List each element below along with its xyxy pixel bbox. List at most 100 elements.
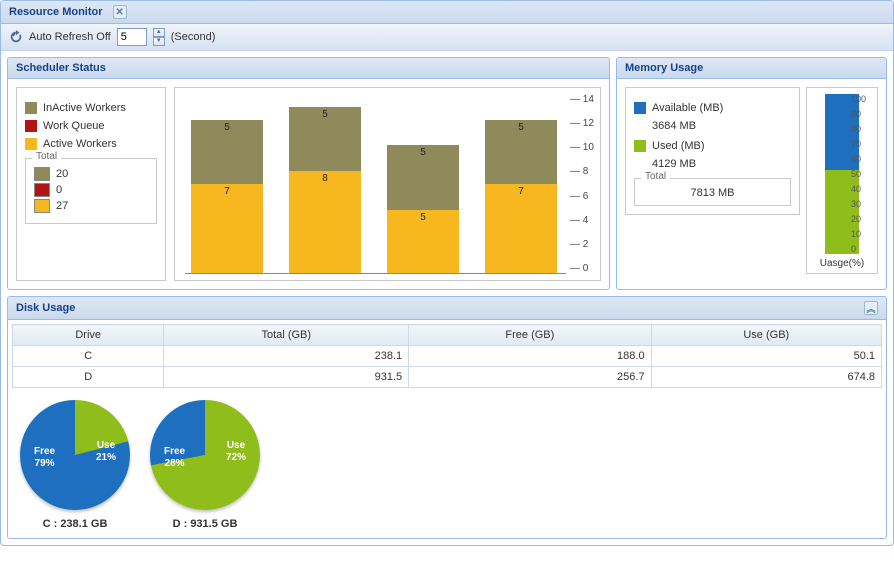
close-icon[interactable]: ✕ [113,5,127,19]
pie-free-label: Free79% [34,446,55,470]
mem-tick: 40 [851,184,871,194]
bar-segment: 5 [289,107,361,171]
bar-segment: 5 [387,210,459,274]
legend-swatch-inactive [25,102,37,114]
pie-chart: Free79% Use21% C : 238.1 GB [20,400,130,530]
collapse-icon[interactable]: ︽ [864,301,878,315]
total-swatch-workqueue [34,183,50,197]
y-tick: — 14 [570,94,596,105]
col-total[interactable]: Total (GB) [164,325,409,346]
legend-active: Active Workers [43,138,117,150]
total-active: 27 [56,200,68,212]
disk-header: Disk Usage ︽ [8,297,886,320]
mem-total-label: Total [641,171,670,182]
col-free[interactable]: Free (GB) [409,325,651,346]
bar-value: 5 [191,122,263,133]
auto-refresh-label: Auto Refresh Off [29,31,111,43]
mem-tick: 0 [851,244,871,254]
y-tick: — 6 [570,191,596,202]
mem-used-label: Used (MB) [652,140,705,152]
bar-segment: 7 [191,184,263,274]
table-row[interactable]: C238.1188.050.1 [13,346,882,367]
pie-caption: D : 931.5 GB [150,518,260,530]
bar-value: 5 [387,212,459,223]
total-workqueue: 0 [56,184,62,196]
col-drive[interactable]: Drive [13,325,164,346]
cell-total: 931.5 [164,367,409,388]
chevron-down-icon[interactable]: ▼ [153,37,165,46]
window-title: Resource Monitor [9,6,103,18]
pie-chart: Free28% Use72% D : 931.5 GB [150,400,260,530]
bar-segment: 5 [387,145,459,209]
cell-total: 238.1 [164,346,409,367]
memory-bar-chart: 1009080706050403020100 Uasge(%) [806,87,878,274]
disk-table: Drive Total (GB) Free (GB) Use (GB) C238… [12,324,882,388]
table-row[interactable]: D931.5256.7674.8 [13,367,882,388]
bar-value: 5 [485,122,557,133]
pie: Free28% Use72% [150,400,260,510]
bar-stack: 55 [387,145,459,274]
bar-stack: 58 [289,107,361,274]
memory-usage-panel: Memory Usage Available (MB) 3684 MB Used… [616,57,887,290]
bar-value: 5 [387,147,459,158]
mem-used-value: 4129 MB [652,158,791,170]
bar-stack: 57 [485,120,557,274]
memory-legend: Available (MB) 3684 MB Used (MB) 4129 MB… [625,87,800,215]
window-titlebar[interactable]: Resource Monitor ✕ [1,1,893,24]
legend-swatch-workqueue [25,120,37,132]
interval-unit-label: (Second) [171,31,216,43]
memory-total: Total 7813 MB [634,178,791,206]
bar-value: 8 [289,173,361,184]
scheduler-header: Scheduler Status [8,58,609,79]
resource-monitor-window: Resource Monitor ✕ Auto Refresh Off ▲ ▼ … [0,0,894,546]
cell-free: 188.0 [409,346,651,367]
mem-swatch-used [634,140,646,152]
scheduler-status-panel: Scheduler Status InActive Workers Work Q… [7,57,610,290]
total-swatch-active [34,199,50,213]
scheduler-totals: Total 20 0 27 [25,158,157,224]
pie-caption: C : 238.1 GB [20,518,130,530]
scheduler-chart: 57585557 — 14— 12— 10— 8— 6— 4— 2— 0 [174,87,601,281]
mem-tick: 90 [851,109,871,119]
scheduler-title: Scheduler Status [16,62,106,74]
refresh-interval-input[interactable] [117,28,147,46]
pie-use-label: Use21% [96,440,116,464]
mem-tick: 10 [851,229,871,239]
mem-tick: 20 [851,214,871,224]
toolbar: Auto Refresh Off ▲ ▼ (Second) [1,24,893,51]
mem-tick: 30 [851,199,871,209]
y-tick: — 0 [570,263,596,274]
scheduler-legend: InActive Workers Work Queue Active Worke… [16,87,166,281]
legend-inactive: InActive Workers [43,102,126,114]
pie: Free79% Use21% [20,400,130,510]
bar-segment: 5 [485,120,557,184]
interval-stepper[interactable]: ▲ ▼ [153,28,165,46]
bar-stack: 57 [191,120,263,274]
mem-available-value: 3684 MB [652,120,791,132]
y-tick: — 8 [570,166,596,177]
mem-tick: 80 [851,124,871,134]
pie-free-label: Free28% [164,446,185,470]
y-tick: — 10 [570,142,596,153]
disk-title: Disk Usage [16,302,75,314]
memory-caption: Uasge(%) [811,258,873,269]
cell-free: 256.7 [409,367,651,388]
cell-use: 674.8 [651,367,881,388]
chevron-up-icon[interactable]: ▲ [153,28,165,37]
pie-use-label: Use72% [226,440,246,464]
cell-drive: D [13,367,164,388]
total-swatch-inactive [34,167,50,181]
legend-swatch-active [25,138,37,150]
refresh-icon[interactable] [9,30,23,44]
col-use[interactable]: Use (GB) [651,325,881,346]
cell-drive: C [13,346,164,367]
bar-segment: 5 [191,120,263,184]
mem-tick: 70 [851,139,871,149]
cell-use: 50.1 [651,346,881,367]
mem-tick: 50 [851,169,871,179]
totals-label: Total [32,151,61,162]
y-tick: — 12 [570,118,596,129]
mem-total-value: 7813 MB [690,187,734,199]
mem-tick: 100 [851,94,871,104]
legend-workqueue: Work Queue [43,120,105,132]
